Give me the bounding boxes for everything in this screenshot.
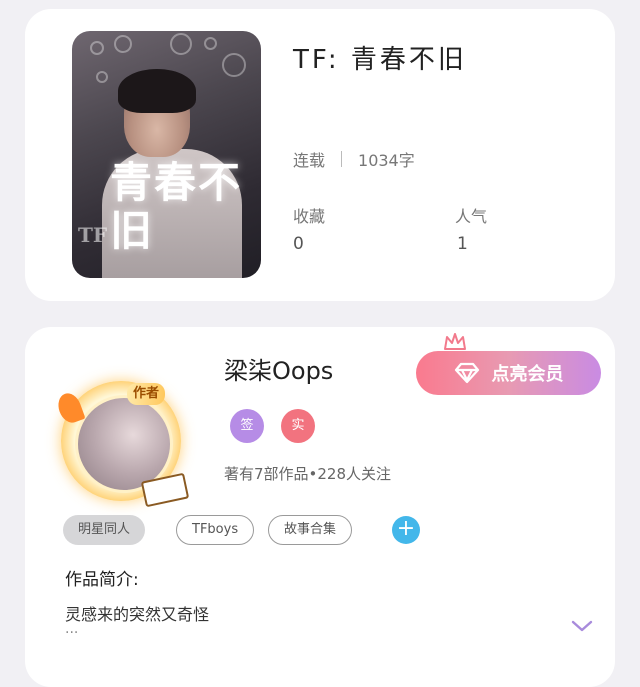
bubble-decoration [222,53,246,77]
popularity-count: 1 [457,234,468,254]
signed-badge: 签 [230,409,264,443]
crown-icon [444,333,466,350]
tag-story-collection[interactable]: 故事合集 [268,515,353,545]
bubble-decoration [96,71,108,83]
intro-ellipsis: ... [65,621,79,637]
vip-membership-button[interactable]: 点亮会员 [416,351,601,395]
meta-divider [341,151,343,167]
book-title: TF: 青春不旧 [293,45,467,75]
book-info-card: TF 青春不旧 TF: 青春不旧 连载 1034字 收藏 0 人气 1 [25,9,615,301]
author-avatar[interactable]: 作者 [54,381,190,509]
book-meta: 连载 1034字 [293,147,415,171]
favorites-count: 0 [293,234,304,254]
diamond-icon [454,362,479,384]
author-info-card: 作者 梁柒Oops 点亮会员 签 实 著有7部作品•228人关注 明星同人 TF… [25,327,615,687]
tag-celebrity-fanfic[interactable]: 明星同人 [63,515,146,545]
cover-logo: TF [78,223,108,247]
book-cover-image[interactable]: TF 青春不旧 [72,31,261,278]
cover-figure-hair [118,69,196,113]
author-badge: 作者 [127,383,166,405]
verified-badge: 实 [281,409,315,443]
bubble-decoration [90,41,104,55]
tag-tfboys[interactable]: TFboys [176,515,255,545]
bubble-decoration [114,35,132,53]
cover-title-art: 青春不旧 [110,158,243,255]
add-tag-button[interactable]: + [392,516,420,544]
bubble-decoration [204,37,217,50]
vip-button-label: 点亮会员 [491,364,564,385]
author-name[interactable]: 梁柒Oops [224,351,333,386]
popularity-label: 人气 [455,207,488,226]
intro-title: 作品简介: [65,570,139,590]
author-works-info: 著有7部作品•228人关注 [224,465,392,483]
chevron-down-icon[interactable] [571,619,593,633]
favorites-label: 收藏 [293,207,326,226]
bubble-decoration [170,33,192,55]
book-status: 连载 [293,151,326,170]
intro-text: 灵感来的突然又奇怪 [65,605,210,624]
book-word-count: 1034字 [358,151,415,170]
